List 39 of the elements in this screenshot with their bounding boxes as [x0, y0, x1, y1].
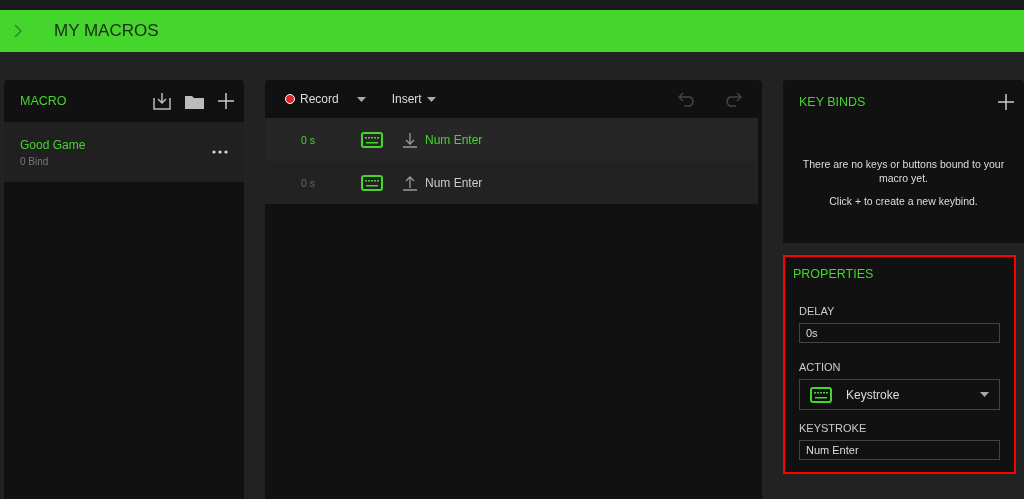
macro-name: Good Game	[20, 137, 87, 152]
hint-text: Click + to create a new keybind.	[828, 195, 979, 209]
field-label: DELAY	[799, 305, 836, 317]
field-label: ACTION	[799, 361, 842, 373]
folder-icon[interactable]	[185, 93, 204, 109]
step-key: Num Enter	[425, 132, 483, 147]
add-icon	[218, 93, 234, 109]
record-dropdown[interactable]	[356, 96, 366, 102]
delay-field[interactable]: 0s	[799, 323, 1000, 343]
add-button[interactable]	[998, 94, 1014, 110]
field-label: KEYSTROKE	[799, 422, 868, 434]
step-delay: 0 s	[301, 133, 316, 146]
import-icon[interactable]	[153, 92, 171, 110]
step-delay: 0 s	[301, 176, 316, 189]
step-key: Num Enter	[425, 175, 483, 190]
caret-icon	[426, 96, 436, 102]
record-button[interactable]: Record	[285, 92, 339, 106]
page-title: MY MACROS	[54, 21, 159, 41]
up-arrow-icon	[403, 174, 417, 191]
keyboard-icon	[361, 131, 383, 148]
macro-step[interactable]: 0 s Num Enter	[265, 118, 758, 161]
caret-icon	[980, 392, 989, 397]
empty-message: There are no keys or buttons bound to your macro yet.	[801, 158, 1006, 186]
add-icon	[998, 94, 1014, 110]
down-arrow-icon	[403, 131, 417, 148]
record-icon	[285, 94, 295, 104]
keystroke-field[interactable]: Num Enter	[799, 440, 1000, 460]
action-dropdown[interactable]: Keystroke	[799, 379, 1000, 410]
bind-count: 0 Bind	[20, 155, 50, 167]
insert-button[interactable]: Insert	[391, 92, 436, 106]
more-icon[interactable]	[212, 150, 228, 154]
macro-item[interactable]: Good Game 0 Bind	[4, 122, 244, 182]
keyboard-icon	[361, 174, 383, 191]
panel-title: KEY BINDS	[799, 95, 867, 109]
panel-title: PROPERTIES	[793, 267, 875, 281]
add-button[interactable]	[218, 93, 234, 109]
caret-icon	[356, 96, 366, 102]
panel-title: MACRO	[20, 94, 68, 108]
keyboard-icon	[810, 386, 832, 403]
